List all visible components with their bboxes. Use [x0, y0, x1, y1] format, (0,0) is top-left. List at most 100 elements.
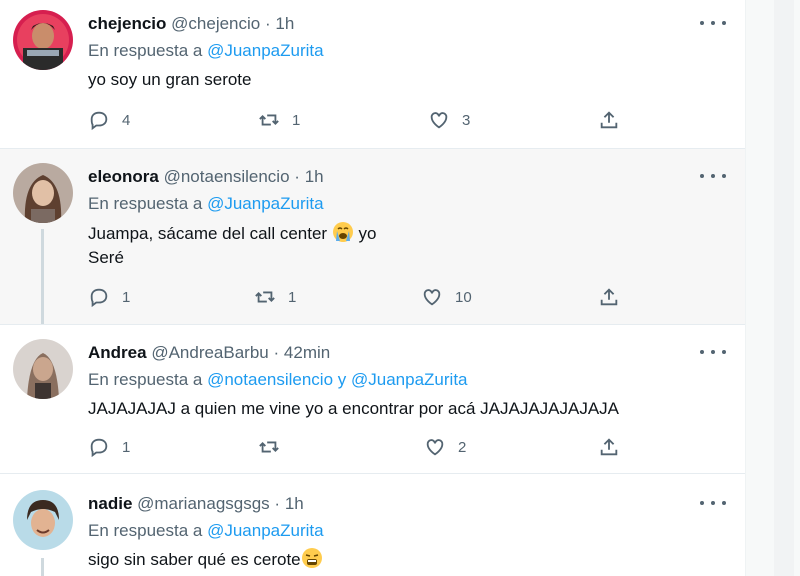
tweet-text: yo soy un gran serote [88, 68, 251, 92]
retweet-button[interactable]: 1 [258, 108, 300, 132]
tweet-header: nadie @marianagsgsgs · 1h [88, 494, 304, 514]
like-count: 3 [462, 111, 471, 129]
avatar[interactable] [13, 339, 73, 399]
reply-button[interactable]: 1 [88, 435, 130, 459]
avatar[interactable] [13, 490, 73, 550]
timestamp[interactable]: 1h [275, 14, 294, 33]
reply-prefix: En respuesta a [88, 41, 203, 60]
display-name[interactable]: chejencio [88, 14, 166, 33]
user-handle[interactable]: @notaensilencio [164, 167, 290, 186]
reply-context: En respuesta a @JuanpaZurita [88, 521, 324, 541]
tweet-header: eleonora @notaensilencio · 1h [88, 167, 324, 187]
mention-link[interactable]: @notaensilencio [207, 370, 333, 389]
timestamp[interactable]: 1h [305, 167, 324, 186]
tweet-text-line: yo soy un gran serote [88, 70, 252, 89]
display-name[interactable]: nadie [88, 494, 132, 513]
share-icon [600, 438, 618, 456]
more-options-button[interactable] [700, 18, 726, 28]
tweet-text: sigo sin saber qué es cerote [88, 547, 323, 572]
more-options-button[interactable] [700, 498, 726, 508]
avatar[interactable] [13, 10, 73, 70]
separator-dot: · [264, 14, 271, 33]
user-handle[interactable]: @chejencio [171, 14, 260, 33]
tweet-text-line: Seré [88, 248, 124, 267]
crying-face-emoji-icon [332, 222, 353, 242]
scrollbar-track[interactable] [774, 0, 794, 576]
retweet-icon [259, 441, 279, 453]
tweet-text-line: JAJAJAJAJ a quien me vine yo a encontrar… [88, 399, 620, 418]
tweet-text: Juampa, sácame del call center yo Seré [88, 221, 377, 270]
reply-prefix: En respuesta a [88, 370, 203, 389]
share-icon [600, 111, 618, 129]
heart-icon [430, 112, 448, 129]
reply-icon [90, 288, 108, 308]
retweet-icon [259, 114, 279, 126]
reply-count: 4 [122, 111, 131, 129]
tweet-text: JAJAJAJAJ a quien me vine yo a encontrar… [88, 397, 619, 421]
mention-joiner: y [337, 370, 347, 389]
avatar[interactable] [13, 163, 73, 223]
reply-prefix: En respuesta a [88, 194, 203, 213]
tweet-chejencio[interactable]: chejencio @chejencio · 1h En respuesta a… [0, 0, 745, 148]
display-name[interactable]: eleonora [88, 167, 159, 186]
reply-icon [90, 111, 108, 131]
thread-line [41, 229, 44, 324]
tweet-text-line: Juampa, sácame del call center [88, 224, 328, 243]
share-button[interactable] [598, 108, 620, 132]
weary-face-emoji-icon [301, 548, 322, 568]
display-name[interactable]: Andrea [88, 343, 147, 362]
reply-prefix: En respuesta a [88, 521, 203, 540]
like-button[interactable]: 3 [428, 108, 470, 132]
timestamp[interactable]: 1h [285, 494, 304, 513]
mention-link[interactable]: @JuanpaZurita [207, 194, 324, 213]
mention-link[interactable]: @JuanpaZurita [207, 41, 324, 60]
share-button[interactable] [598, 435, 620, 459]
retweet-button[interactable]: 1 [254, 285, 296, 309]
tweet-actions: 1 1 10 [88, 285, 628, 309]
timestamp[interactable]: 42min [284, 343, 330, 362]
reply-context: En respuesta a @JuanpaZurita [88, 41, 324, 61]
separator-dot: · [273, 343, 280, 362]
heart-icon [426, 439, 444, 456]
mention-link[interactable]: @JuanpaZurita [207, 521, 324, 540]
retweet-icon [255, 291, 275, 303]
tweet-andrea[interactable]: Andrea @AndreaBarbu · 42min En respuesta… [0, 325, 745, 473]
more-options-button[interactable] [700, 347, 726, 357]
reply-icon [90, 438, 108, 458]
reply-button[interactable]: 1 [88, 285, 130, 309]
reply-context: En respuesta a @notaensilencio y @Juanpa… [88, 370, 468, 390]
like-count: 10 [455, 288, 472, 306]
retweet-button[interactable] [258, 435, 292, 459]
retweet-count: 1 [292, 111, 301, 129]
separator-dot: · [294, 167, 300, 186]
like-button[interactable]: 10 [421, 285, 472, 309]
reply-feed: chejencio @chejencio · 1h En respuesta a… [0, 0, 745, 576]
tweet-nadie[interactable]: nadie @marianagsgsgs · 1h En respuesta a… [0, 474, 745, 576]
reply-context: En respuesta a @JuanpaZurita [88, 194, 324, 214]
more-icon [700, 174, 704, 178]
heart-icon [423, 289, 441, 306]
more-icon [700, 501, 704, 505]
retweet-count: 1 [288, 288, 297, 306]
tweet-text-line: sigo sin saber qué es cerote [88, 550, 301, 569]
like-button[interactable]: 2 [424, 435, 466, 459]
share-button[interactable] [598, 285, 620, 309]
tweet-text-line: yo [358, 224, 377, 243]
reply-count: 1 [122, 438, 131, 456]
more-icon [700, 21, 704, 25]
more-options-button[interactable] [700, 171, 726, 181]
tweet-actions: 1 2 [88, 435, 628, 459]
user-handle[interactable]: @marianagsgsgs [137, 494, 270, 513]
share-icon [600, 288, 618, 306]
separator-dot: · [274, 494, 281, 513]
right-gutter [745, 0, 800, 576]
tweet-eleonora[interactable]: eleonora @notaensilencio · 1h En respues… [0, 149, 745, 324]
reply-button[interactable]: 4 [88, 108, 130, 132]
tweet-header: Andrea @AndreaBarbu · 42min [88, 343, 330, 363]
thread-line [41, 558, 44, 576]
mention-link[interactable]: @JuanpaZurita [351, 370, 468, 389]
tweet-header: chejencio @chejencio · 1h [88, 14, 294, 34]
tweet-actions: 4 1 3 [88, 108, 628, 132]
more-icon [700, 350, 704, 354]
user-handle[interactable]: @AndreaBarbu [151, 343, 268, 362]
